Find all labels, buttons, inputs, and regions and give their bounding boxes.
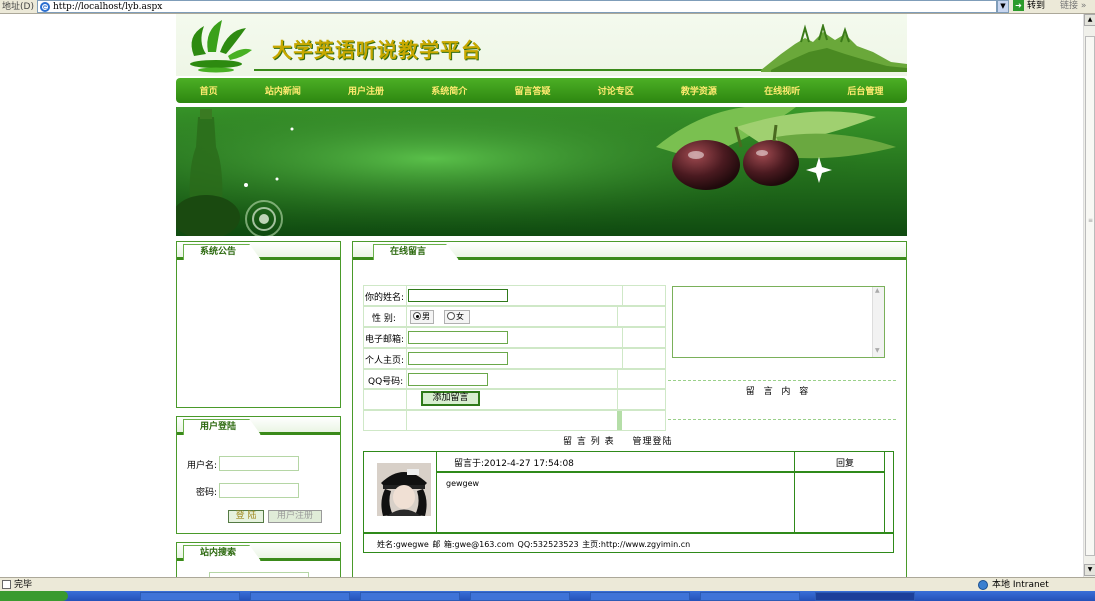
go-arrow-icon: ➜	[1013, 0, 1024, 11]
qq-row: QQ号码:	[363, 369, 666, 389]
taskbar-window[interactable]	[250, 592, 350, 601]
email-input[interactable]	[408, 331, 508, 344]
name-row: 你的姓名:	[363, 285, 666, 306]
email-label: 电子邮箱:	[365, 335, 405, 345]
nav-admin[interactable]: 后台管理	[847, 84, 883, 97]
message-list-heading: 留 言 列 表	[563, 437, 615, 447]
notice-panel: 系统公告	[176, 241, 341, 408]
notice-panel-title: 系统公告	[183, 244, 261, 260]
username-input[interactable]	[219, 456, 299, 471]
scrollbar-thumb[interactable]: ≡	[1085, 36, 1095, 556]
password-label: 密码:	[195, 488, 217, 498]
guestbook-title: 在线留言	[373, 244, 459, 260]
site-header: 大学英语听说教学平台	[176, 14, 907, 76]
nav-news[interactable]: 站内新闻	[265, 84, 301, 97]
globe-icon	[978, 580, 988, 590]
login-panel-header: 用户登陆	[177, 417, 340, 435]
notice-panel-header: 系统公告	[177, 242, 340, 260]
submit-row	[363, 389, 666, 410]
nav-media[interactable]: 在线视听	[764, 84, 800, 97]
nav-resources[interactable]: 教学资源	[681, 84, 717, 97]
links-button[interactable]: 链接 »	[1060, 0, 1086, 12]
security-zone: 本地 Intranet	[992, 580, 1049, 590]
add-message-button[interactable]: 添加留言	[421, 391, 480, 406]
windows-taskbar	[0, 591, 1095, 601]
taskbar-window[interactable]	[360, 592, 460, 601]
taskbar-window[interactable]	[700, 592, 800, 601]
scroll-up-arrow-icon[interactable]: ▲	[1084, 14, 1095, 26]
homepage-label: 个人主页:	[365, 356, 405, 366]
gender-male-radio[interactable]: 男	[410, 310, 434, 324]
reply-link[interactable]: 回复	[836, 456, 854, 469]
search-panel: 站内搜索	[176, 542, 341, 582]
guestbook-panel: 在线留言 你的姓名: 性 别: 男 女 电子邮箱: 个人主页: QQ号码: 添加…	[352, 241, 907, 577]
hills-decoration	[761, 24, 907, 72]
scroll-up-arrow-icon[interactable]: ▲	[875, 287, 880, 294]
search-panel-header: 站内搜索	[177, 543, 340, 561]
message-content-caption: 留 言 内 容	[745, 387, 812, 397]
login-panel: 用户登陆 用户名: 密码: 登 陆 用户注册	[176, 416, 341, 534]
name-label: 你的姓名:	[365, 293, 405, 303]
guestbook-header: 在线留言	[353, 242, 906, 260]
main-navigation: 首页 站内新闻 用户注册 系统简介 留言答疑 讨论专区 教学资源 在线视听 后台…	[176, 78, 907, 103]
radio-checked-icon	[413, 312, 421, 320]
page-scrollbar[interactable]: ▲ ≡ ▼	[1083, 14, 1095, 577]
nav-guestbook[interactable]: 留言答疑	[514, 84, 550, 97]
ie-page-icon: e	[40, 2, 50, 12]
login-panel-title: 用户登陆	[183, 419, 261, 435]
go-label: 转到	[1027, 1, 1046, 11]
spacer-row	[363, 410, 666, 431]
qq-label: QQ号码:	[368, 377, 404, 387]
address-bar: 地址(D) e http://localhost/lyb.aspx ▼ ➜ 转到 …	[0, 0, 1095, 14]
radio-unchecked-icon	[447, 312, 455, 320]
gender-row: 性 别: 男 女	[363, 306, 666, 327]
user-avatar	[377, 463, 431, 516]
nav-forum[interactable]: 讨论专区	[598, 84, 634, 97]
site-title: 大学英语听说教学平台	[272, 38, 482, 62]
page-done-icon	[2, 580, 11, 589]
nav-home[interactable]: 首页	[200, 84, 218, 97]
leaf-logo-icon	[190, 20, 252, 73]
message-list-bar: 留 言 列 表 管理登陆	[563, 434, 672, 447]
message-entry: 留言于:2012-4-27 17:54:08 回复 gewgew 姓名:gweg…	[363, 451, 894, 553]
message-author-info: 姓名:gwegwe 邮 箱:gwe@163.com QQ:532523523 主…	[377, 540, 691, 549]
address-label: 地址(D)	[2, 2, 34, 12]
nav-register[interactable]: 用户注册	[348, 84, 384, 97]
female-label: 女	[456, 312, 464, 321]
message-content-textarea[interactable]: ▲ ▼	[672, 286, 885, 358]
taskbar-window[interactable]	[470, 592, 570, 601]
homepage-row: 个人主页:	[363, 348, 666, 369]
register-button[interactable]: 用户注册	[268, 510, 322, 523]
go-button[interactable]: ➜ 转到	[1013, 0, 1045, 13]
grip-icon: ≡	[1088, 217, 1094, 224]
search-panel-title: 站内搜索	[183, 545, 261, 561]
password-input[interactable]	[219, 483, 299, 498]
message-timestamp: 留言于:2012-4-27 17:54:08	[454, 459, 574, 469]
scroll-down-arrow-icon[interactable]: ▼	[875, 347, 880, 354]
textarea-scrollbar[interactable]: ▲ ▼	[872, 287, 884, 357]
username-label: 用户名:	[186, 461, 217, 471]
gender-label: 性 别:	[372, 314, 396, 324]
login-button[interactable]: 登 陆	[228, 510, 264, 523]
male-label: 男	[422, 312, 430, 321]
banner-image	[176, 107, 907, 236]
nav-about[interactable]: 系统简介	[431, 84, 467, 97]
gender-female-radio[interactable]: 女	[444, 310, 470, 324]
start-button[interactable]	[0, 591, 68, 601]
taskbar-window[interactable]	[590, 592, 690, 601]
homepage-input[interactable]	[408, 352, 508, 365]
taskbar-window[interactable]	[140, 592, 240, 601]
status-bar: 完毕 本地 Intranet	[0, 577, 1095, 591]
status-text: 完毕	[14, 580, 33, 590]
address-url: http://localhost/lyb.aspx	[53, 2, 163, 12]
email-row: 电子邮箱:	[363, 327, 666, 348]
message-body: gewgew	[446, 479, 480, 488]
name-input[interactable]	[408, 289, 508, 302]
address-dropdown-button[interactable]: ▼	[997, 0, 1009, 13]
taskbar-window-active[interactable]	[815, 592, 915, 601]
address-input[interactable]: e http://localhost/lyb.aspx	[37, 0, 997, 13]
scroll-down-arrow-icon[interactable]: ▼	[1084, 564, 1095, 576]
qq-input[interactable]	[408, 373, 488, 386]
admin-login-link[interactable]: 管理登陆	[632, 437, 672, 447]
